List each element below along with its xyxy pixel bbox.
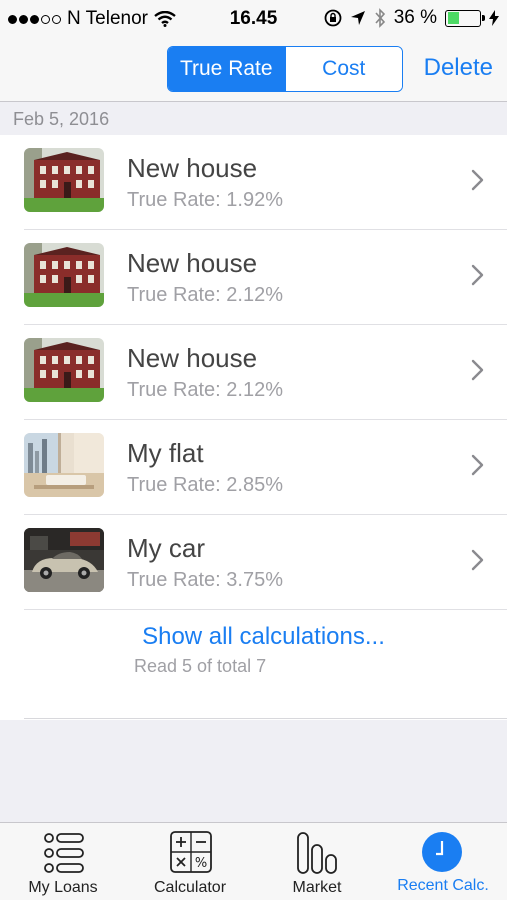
tab-market[interactable]: Market [268,823,366,900]
chevron-right-icon [471,454,484,476]
chevron-right-icon [471,549,484,571]
tab-label: Calculator [153,879,227,896]
read-count-label: Read 5 of total 7 [134,656,267,676]
tab-label: Market [292,879,342,896]
rate-cost-segmented-control: True Rate Cost [167,46,403,92]
chevron-right-icon [471,264,484,286]
house-thumbnail [24,148,104,212]
item-title: My car [127,533,205,563]
location-arrow-icon [350,11,365,25]
item-title: New house [127,153,258,183]
charging-bolt-icon [489,10,499,26]
chevron-right-icon [471,359,484,381]
calculator-icon: % [170,831,212,873]
item-rate: True Rate: 2.12% [127,284,284,306]
flat-thumbnail [24,433,104,497]
section-date-header: Feb 5, 2016 [0,103,507,135]
list-item[interactable]: New house True Rate: 2.12% [0,230,507,325]
navigation-bar: True Rate Cost Delete [0,36,507,102]
tab-bar: My Loans % Calculator Market Recent Calc… [0,822,507,900]
car-thumbnail [24,528,104,592]
item-rate: True Rate: 1.92% [127,189,284,211]
item-rate: True Rate: 2.12% [127,379,284,401]
status-bar: N Telenor 16.45 36 % [0,0,507,36]
item-title: New house [127,343,258,373]
list-item[interactable]: My flat True Rate: 2.85% [0,420,507,515]
list-icon [44,833,84,873]
segment-true-rate[interactable]: True Rate [168,47,285,91]
tab-label: My Loans [28,879,98,896]
clock-icon [422,832,462,872]
list-item[interactable]: My car True Rate: 3.75% [0,515,507,610]
show-all-calculations-link[interactable]: Show all calculations... [0,623,507,651]
house-thumbnail [24,338,104,402]
tab-label: Recent Calc. [397,877,489,894]
battery-percent: 36 % [393,7,437,28]
tab-recent-calc[interactable]: Recent Calc. [390,823,496,900]
bluetooth-icon [375,8,385,28]
rotation-lock-icon [324,9,342,27]
item-rate: True Rate: 2.85% [127,474,284,496]
bar-chart-icon [297,832,337,874]
segment-cost[interactable]: Cost [284,47,402,91]
item-title: New house [127,248,258,278]
list-item[interactable]: New house True Rate: 2.12% [0,325,507,420]
house-thumbnail [24,243,104,307]
chevron-right-icon [471,169,484,191]
tab-calculator[interactable]: % Calculator [140,823,240,900]
svg-text:%: % [195,856,207,871]
item-title: My flat [127,438,204,468]
delete-button[interactable]: Delete [424,54,493,82]
list-item[interactable]: New house True Rate: 1.92% [0,135,507,230]
battery-icon [445,9,485,27]
item-rate: True Rate: 3.75% [127,569,284,591]
divider [24,718,507,719]
tab-my-loans[interactable]: My Loans [14,823,112,900]
